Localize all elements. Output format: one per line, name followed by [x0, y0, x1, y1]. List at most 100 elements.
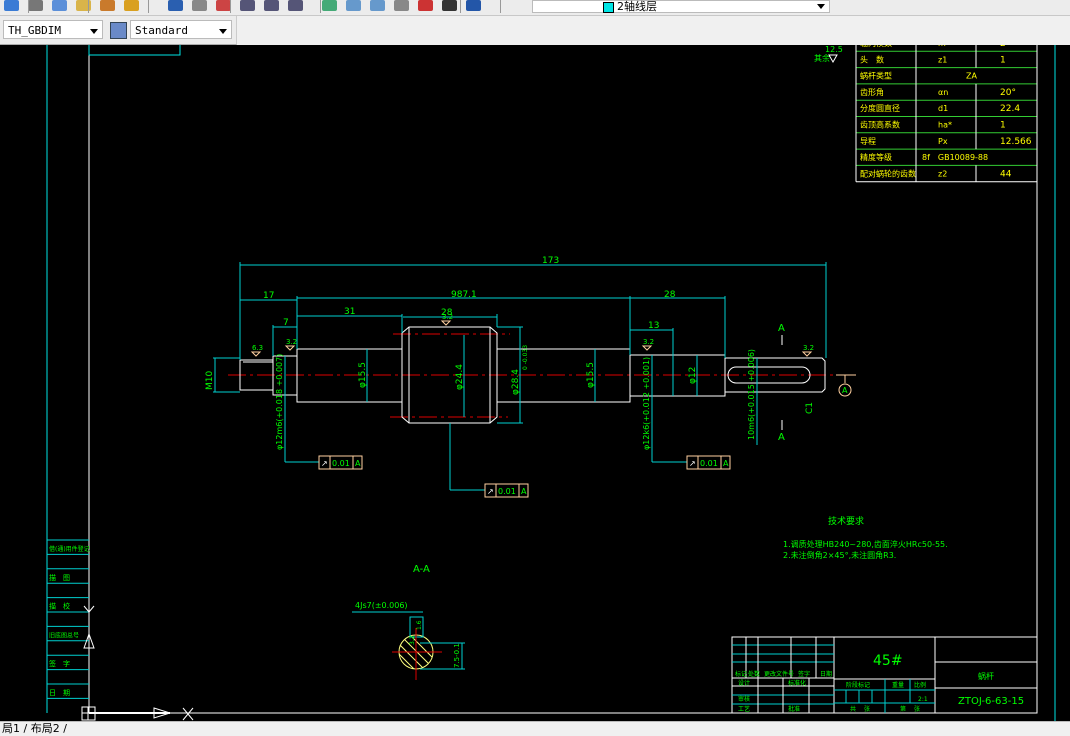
- param-symbol: 8f GB10089-88: [922, 153, 988, 162]
- text-style-dropdown[interactable]: Standard: [130, 20, 232, 39]
- tolerance-frame: ↗ 0.01 A: [484, 483, 529, 498]
- param-value: 20°: [1000, 88, 1016, 98]
- copy-icon[interactable]: [52, 0, 67, 11]
- param-row: 头 数 z1 1: [856, 51, 1037, 69]
- param-symbol: d1: [938, 104, 948, 113]
- roughness-icon: [440, 320, 452, 326]
- roughness-default-label: 其余: [814, 53, 830, 63]
- pan-icon[interactable]: [216, 0, 231, 11]
- param-symbol: αn: [938, 88, 948, 97]
- sheet-set-icon[interactable]: [394, 0, 409, 11]
- globe-icon[interactable]: [4, 0, 19, 11]
- section-title: A-A: [413, 564, 430, 575]
- title-block: 标记 处数 更改文件号 签字 日期 设计 标准化 审核 工艺 批准 阶段标记 重…: [731, 636, 1038, 714]
- tolerance-frame: ↗ 0.01 A: [686, 455, 731, 470]
- svg-text:日期: 日期: [820, 670, 832, 678]
- markup-icon[interactable]: [418, 0, 433, 11]
- side-column-label: 描 图: [49, 573, 70, 582]
- runout-icon: ↗: [487, 487, 494, 496]
- layer-dropdown[interactable]: 2轴线层: [532, 0, 830, 13]
- drawing-canvas[interactable]: 12.5 其余 轴向模数 m 2 头 数 z1 1 蜗杆类型 ZA 齿形角 αn 20° 分度圆直径 d…: [0, 45, 1070, 721]
- properties-icon[interactable]: [322, 0, 337, 11]
- roughness-icon: [828, 54, 838, 64]
- tool-palettes-icon[interactable]: [370, 0, 385, 11]
- ucs-icon: [81, 605, 194, 721]
- calculator-icon[interactable]: [442, 0, 457, 11]
- roughness-icon: [250, 351, 262, 357]
- section-mark-top: A: [778, 323, 785, 334]
- svg-text:处数: 处数: [748, 670, 760, 678]
- datum-a: A: [836, 374, 856, 397]
- technical-requirements: 技术要求 1.调质处理HB240~280,齿面淬火HRc50-55. 2.未注倒…: [783, 515, 948, 560]
- svg-text:共: 共: [850, 705, 856, 713]
- zoom-previous-icon[interactable]: [288, 0, 303, 11]
- roughness-icon: [801, 351, 813, 357]
- keyway-roughness-a: 1.6: [416, 620, 423, 630]
- svg-text:重量: 重量: [892, 681, 904, 689]
- dim-d155-left: φ15.5: [358, 362, 368, 388]
- cut-icon[interactable]: [28, 0, 43, 11]
- param-name: 精度等级: [860, 152, 892, 162]
- dim-fit-right: φ12k6(+0.012 +0.001): [642, 357, 651, 450]
- material: 45#: [873, 653, 903, 669]
- zoom-window-icon[interactable]: [264, 0, 279, 11]
- tech-line: 1.调质处理HB240~280,齿面淬火HRc50-55.: [783, 539, 948, 549]
- dim-style-dropdown[interactable]: TH_GBDIM: [3, 20, 103, 39]
- section-mark-bottom: A: [778, 432, 785, 443]
- roughness-symbols: 6.3 3.2 3.2 3.2 3.2: [250, 313, 814, 357]
- drawing-number: ZTOJ-6-63-15: [958, 696, 1024, 707]
- undo-icon[interactable]: [168, 0, 183, 11]
- side-column-label: 旧底图总号: [49, 631, 79, 639]
- dim-d244: φ24.4: [455, 364, 465, 390]
- roughness-value: 3.2: [442, 313, 453, 321]
- table-style-icon[interactable]: [110, 22, 127, 39]
- param-row: 蜗杆类型 ZA: [856, 67, 1037, 85]
- layout-tabs[interactable]: 局1 / 布局2 /: [0, 721, 1070, 735]
- param-name: 蜗杆类型: [860, 71, 892, 81]
- svg-text:标准化: 标准化: [788, 679, 806, 687]
- roughness-icon: [641, 345, 653, 351]
- help-icon[interactable]: [466, 0, 481, 11]
- dim-d284-tol: 0 -0.033: [522, 345, 529, 370]
- param-symbol: ha*: [938, 121, 952, 130]
- dim-style-value: TH_GBDIM: [8, 24, 61, 37]
- block-editor-icon[interactable]: [124, 0, 139, 11]
- side-column-label: 借(通)用件登记: [49, 545, 90, 553]
- param-row: 精度等级 8f GB10089-88: [856, 149, 1037, 166]
- param-value: 44: [1000, 169, 1012, 179]
- param-row: 齿形角 αn 20°: [856, 83, 1037, 101]
- match-properties-icon[interactable]: [100, 0, 115, 11]
- tolerance-frame: ↗ 0.01 A: [318, 455, 363, 470]
- roughness-value: 6.3: [252, 344, 263, 352]
- param-value: 1: [1000, 121, 1006, 131]
- dim-d155-right: φ15.5: [586, 362, 596, 388]
- param-name: 头 数: [860, 54, 884, 64]
- dim-28-right: 28: [664, 290, 676, 300]
- roughness-value: 3.2: [643, 338, 654, 346]
- keyway-fit: 4Js7(±0.006): [355, 601, 408, 610]
- param-symbol: z1: [938, 55, 947, 64]
- layout-tab-labels[interactable]: 局1 / 布局2 /: [2, 722, 67, 735]
- dim-31: 31: [344, 307, 355, 317]
- keyway-depth: 7.5-0.1: [453, 643, 461, 668]
- dim-13: 13: [648, 321, 659, 331]
- param-name: 轴向模数: [860, 45, 892, 48]
- section-view: 4Js7(±0.006) 7.5-0.1 1.6 3.2: [352, 601, 465, 680]
- scale-value: 2:1: [918, 696, 928, 703]
- dim-173: 173: [542, 256, 559, 266]
- toolbar-separator: [460, 0, 461, 13]
- param-row: 齿顶高系数 ha* 1: [856, 116, 1037, 134]
- tech-line: 2.未注倒角2×45°,未注圆角R3.: [783, 550, 896, 560]
- redo-icon[interactable]: [192, 0, 207, 11]
- datum-label: A: [842, 386, 848, 395]
- part-name: 蜗杆: [978, 671, 994, 681]
- tolerance-datum: A: [723, 459, 729, 468]
- param-name: 分度圆直径: [860, 103, 900, 113]
- param-name: 齿顶高系数: [860, 120, 900, 130]
- zoom-realtime-icon[interactable]: [240, 0, 255, 11]
- design-center-icon[interactable]: [346, 0, 361, 11]
- drawing-frame: [46, 45, 1056, 721]
- svg-text:张: 张: [914, 705, 920, 713]
- toolbar-separator: [148, 0, 149, 13]
- param-value: 12.566: [1000, 137, 1032, 147]
